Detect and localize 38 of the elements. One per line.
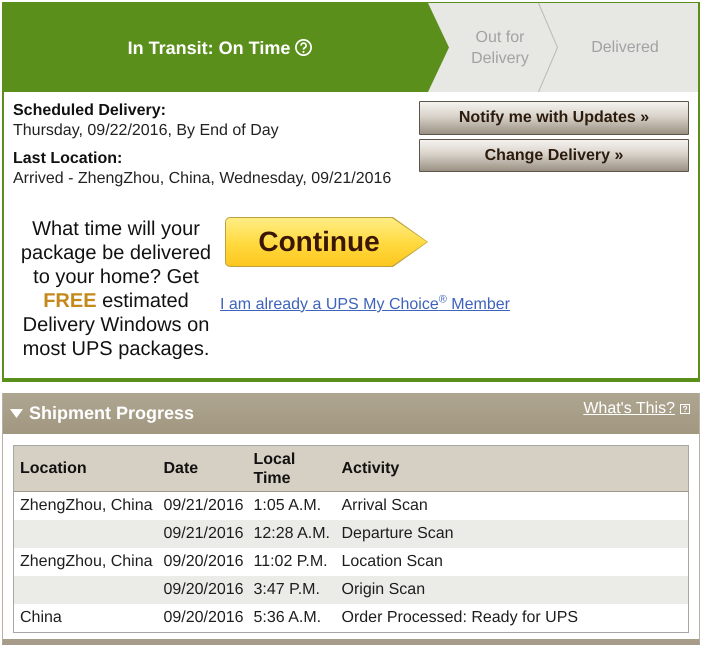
- promo-text: What time will your package be delivered to your home? Get FREE estimated Delivery Windows on most UPS packages.: [20, 217, 212, 361]
- table-cell: 11:02 P.M.: [248, 548, 336, 576]
- help-icon[interactable]: [680, 404, 690, 414]
- column-header: Date: [158, 446, 248, 492]
- column-header: Activity: [336, 446, 688, 492]
- table-cell: 3:47 P.M.: [248, 576, 336, 604]
- detail-value: Thursday, 09/22/2016, By End of Day: [13, 121, 280, 141]
- table-cell: China: [14, 604, 158, 632]
- help-icon[interactable]: [295, 39, 312, 56]
- table-cell: ZhengZhou, China: [14, 492, 158, 520]
- table-cell: Origin Scan: [336, 576, 688, 604]
- table-cell: Order Processed: Ready for UPS: [336, 604, 688, 632]
- table-cell: 09/20/2016: [158, 604, 248, 632]
- status-label: In Transit: On Time: [128, 36, 290, 58]
- table-cell: 09/21/2016: [158, 492, 248, 520]
- detail-label: Scheduled Delivery:: [13, 101, 167, 121]
- table-cell: 09/21/2016: [158, 520, 248, 548]
- table-cell: 12:28 A.M.: [248, 520, 336, 548]
- detail-value: Arrived - ZhengZhou, China, Wednesday, 09/21/2016: [13, 169, 392, 189]
- table-cell: 09/20/2016: [158, 576, 248, 604]
- table-cell: Location Scan: [336, 548, 688, 576]
- table-cell: Departure Scan: [336, 520, 688, 548]
- panel-title: Shipment Progress: [29, 403, 196, 424]
- status-label: Delivered: [591, 38, 659, 58]
- my-choice-member-link[interactable]: I am already a UPS My Choice$^{®}$ Member: [220, 296, 510, 314]
- action-button[interactable]: Change Delivery »: [419, 139, 689, 172]
- column-header: Local Time: [248, 446, 336, 492]
- column-header: Location: [14, 446, 158, 492]
- status-label: Out for Delivery: [470, 28, 530, 68]
- table-cell: 1:05 A.M.: [248, 492, 336, 520]
- table-cell: 5:36 A.M.: [248, 604, 336, 632]
- caret-icon[interactable]: [10, 409, 23, 418]
- continue-button[interactable]: Continue: [225, 217, 428, 267]
- table-cell: 09/20/2016: [158, 548, 248, 576]
- table-cell: Arrival Scan: [336, 492, 688, 520]
- table-cell: ZhengZhou, China: [14, 548, 158, 576]
- action-button[interactable]: Notify me with Updates »: [419, 101, 689, 135]
- detail-label: Last Location:: [13, 149, 124, 169]
